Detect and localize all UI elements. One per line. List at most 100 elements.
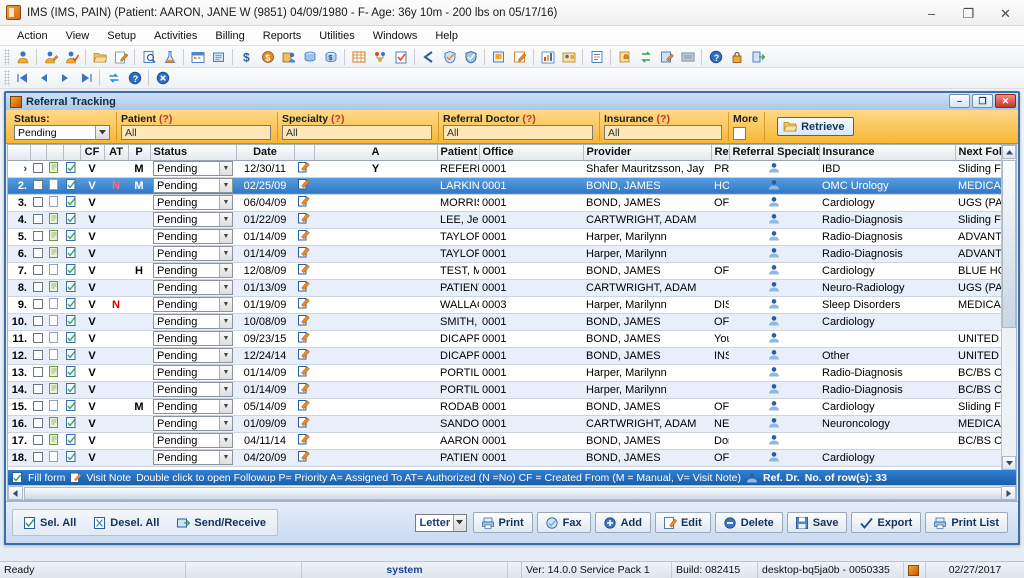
row-visit-note-icon[interactable] — [294, 313, 314, 331]
col-rownum[interactable] — [8, 145, 31, 161]
row-ref-dr-icon[interactable] — [729, 211, 819, 229]
row-checkbox[interactable] — [30, 347, 46, 365]
cell-status[interactable]: Pending ▼ — [150, 194, 236, 212]
referral-doctor-filter-hint[interactable]: (?) — [522, 113, 535, 125]
row-checkbox[interactable] — [30, 194, 46, 212]
cell-status[interactable]: Pending ▼ — [150, 432, 236, 450]
table-row[interactable]: 18. V Pending▼04/20/09 PATIENT, Jennet (576… — [8, 449, 1001, 467]
exit-icon[interactable] — [748, 48, 767, 66]
row-fill-form-icon[interactable] — [63, 381, 80, 399]
row-ref-dr-icon[interactable] — [729, 398, 819, 416]
row-checkbox[interactable] — [30, 228, 46, 246]
menu-action[interactable]: Action — [8, 28, 57, 44]
status-filter-select[interactable]: Pending — [14, 125, 110, 140]
lock-doc-icon[interactable] — [615, 48, 634, 66]
cell-status[interactable]: Pending ▼ — [150, 313, 236, 331]
menu-billing[interactable]: Billing — [206, 28, 253, 44]
close-icon[interactable]: ✕ — [987, 0, 1024, 26]
row-checkbox[interactable] — [30, 381, 46, 399]
row-checkbox[interactable] — [30, 245, 46, 263]
row-fill-form-icon[interactable] — [63, 296, 80, 314]
save-button[interactable]: Save — [786, 512, 848, 533]
row-checkbox[interactable] — [30, 296, 46, 314]
table-row[interactable]: 3. V Pending▼06/04/09 MORRISON, John (16785… — [8, 194, 1001, 212]
delete-button[interactable]: Delete — [714, 512, 783, 533]
menu-reports[interactable]: Reports — [254, 28, 311, 44]
referral-doctor-filter-input[interactable]: All — [443, 125, 593, 140]
note-new-icon[interactable] — [489, 48, 508, 66]
row-ref-dr-icon[interactable] — [729, 364, 819, 382]
cell-status[interactable]: Pending ▼ — [150, 398, 236, 416]
row-document-icon[interactable] — [46, 177, 63, 195]
table-row[interactable]: 9. VN Pending▼01/19/09 WALLACE, Jennet (162… — [8, 296, 1001, 314]
row-visit-note-icon[interactable] — [294, 347, 314, 365]
patient-icon[interactable] — [13, 48, 32, 66]
row-checkbox[interactable] — [30, 398, 46, 416]
table-row[interactable]: 4. V Pending▼01/22/09 LEE, Jennet (16052)00… — [8, 211, 1001, 229]
row-ref-dr-icon[interactable] — [729, 313, 819, 331]
refresh-icon[interactable] — [104, 69, 123, 87]
row-fill-form-icon[interactable] — [63, 262, 80, 280]
col-at[interactable]: AT — [104, 145, 129, 161]
row-document-icon[interactable] — [46, 381, 63, 399]
row-visit-note-icon[interactable] — [294, 279, 314, 297]
maximize-icon[interactable]: ❐ — [950, 0, 987, 26]
table-row[interactable]: 15. V MPending▼05/14/09 RODABAUGH, Jennet (… — [8, 398, 1001, 416]
row-fill-form-icon[interactable] — [63, 194, 80, 212]
edit-button[interactable]: Edit — [654, 512, 711, 533]
print-list-button[interactable]: Print List — [925, 512, 1008, 533]
row-fill-form-icon[interactable] — [63, 160, 80, 178]
col-cf[interactable]: CF — [80, 145, 105, 161]
row-ref-dr-icon[interactable] — [729, 347, 819, 365]
row-visit-note-icon[interactable] — [294, 415, 314, 433]
row-visit-note-icon[interactable] — [294, 296, 314, 314]
row-fill-form-icon[interactable] — [63, 330, 80, 348]
dollar-globe-icon[interactable]: $ — [258, 48, 277, 66]
note-edit-icon[interactable] — [510, 48, 529, 66]
shield-icon[interactable] — [440, 48, 459, 66]
col-provider[interactable]: Provider — [583, 145, 712, 161]
retrieve-button[interactable]: Retrieve — [777, 117, 854, 136]
row-checkbox[interactable] — [30, 415, 46, 433]
bar-chart-icon[interactable] — [538, 48, 557, 66]
col-date[interactable]: Date — [236, 145, 295, 161]
shield-blue-icon[interactable] — [461, 48, 480, 66]
row-document-icon[interactable] — [46, 279, 63, 297]
child-minimize-icon[interactable]: – — [949, 94, 970, 108]
specialty-filter-input[interactable]: All — [282, 125, 432, 140]
cell-status[interactable]: Pending ▼ — [150, 347, 236, 365]
col-insurance[interactable]: Insurance — [819, 145, 956, 161]
patient-filter-hint[interactable]: (?) — [159, 113, 172, 125]
next-record-icon[interactable] — [55, 69, 74, 87]
row-document-icon[interactable] — [46, 432, 63, 450]
row-fill-form-icon[interactable] — [63, 228, 80, 246]
col-refspecialty[interactable]: Referral Specialty — [729, 145, 820, 161]
col-patient[interactable]: Patient — [437, 145, 480, 161]
col-refdoctor[interactable]: Referral Doctor — [711, 145, 730, 161]
table-row[interactable]: 8. V Pending▼01/13/09 PATIENT, Jorge (16872… — [8, 279, 1001, 297]
patient-edit-icon[interactable] — [41, 48, 60, 66]
sync-arrows-icon[interactable] — [636, 48, 655, 66]
specialty-filter-hint[interactable]: (?) — [331, 113, 344, 125]
people-network-icon[interactable] — [370, 48, 389, 66]
row-visit-note-icon[interactable] — [294, 194, 314, 212]
vertical-scroll-thumb[interactable] — [1002, 160, 1016, 328]
row-ref-dr-icon[interactable] — [729, 296, 819, 314]
fax-button[interactable]: Fax — [536, 512, 591, 533]
cell-status[interactable]: Pending ▼ — [150, 364, 236, 382]
row-document-icon[interactable] — [46, 211, 63, 229]
row-fill-form-icon[interactable] — [63, 211, 80, 229]
table-row[interactable]: 6. V Pending▼01/14/09 TAYLOR, Jorge (13715)… — [8, 245, 1001, 263]
table-row[interactable]: 12. V Pending▼12/24/14 DICAPRIO, LEONARDO (… — [8, 347, 1001, 365]
insurance-filter-input[interactable]: All — [604, 125, 722, 140]
row-visit-note-icon[interactable] — [294, 398, 314, 416]
row-document-icon[interactable] — [46, 347, 63, 365]
col-editicon[interactable] — [294, 145, 315, 161]
minimize-icon[interactable]: – — [913, 0, 950, 26]
chevron-down-icon[interactable] — [95, 126, 109, 139]
previous-record-icon[interactable] — [34, 69, 53, 87]
close-window-icon[interactable] — [153, 69, 172, 87]
menu-utilities[interactable]: Utilities — [310, 28, 363, 44]
row-ref-dr-icon[interactable] — [729, 330, 819, 348]
cell-status[interactable]: Pending ▼ — [150, 279, 236, 297]
